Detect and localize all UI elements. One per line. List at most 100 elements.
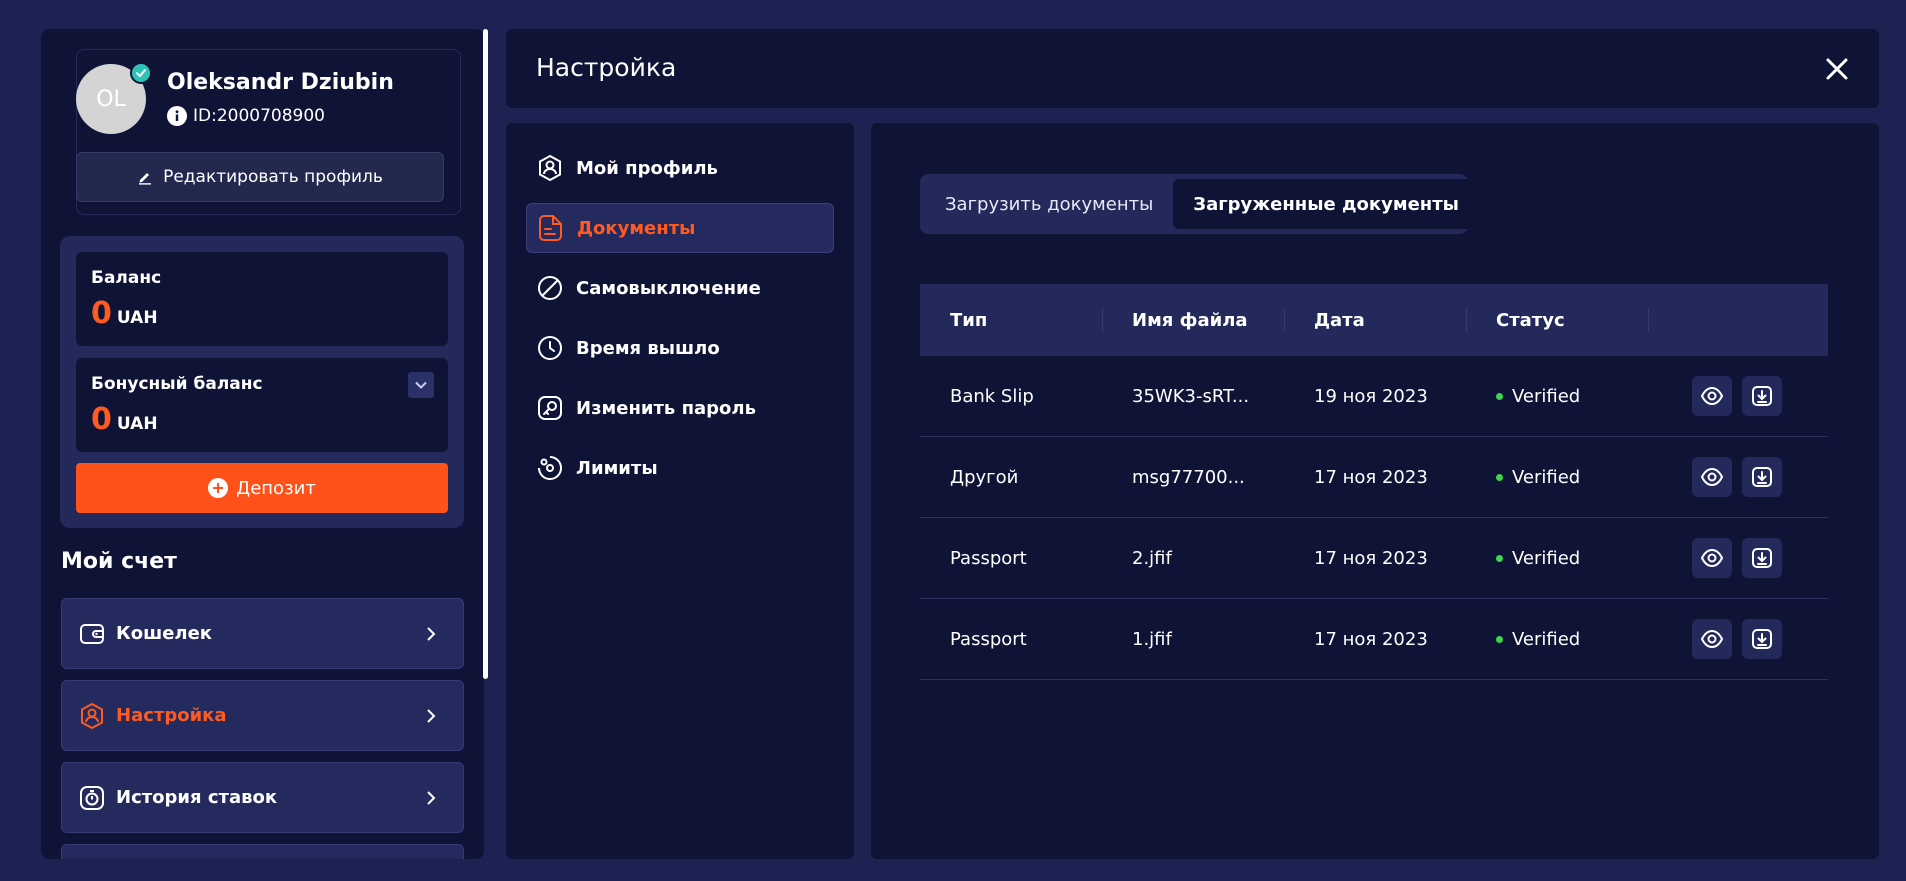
status-text: Verified (1512, 629, 1581, 650)
account-item-settings[interactable]: Настройка (61, 680, 464, 751)
documents-table: Тип Имя файла Дата Статус Bank Slip 35WK… (920, 284, 1828, 680)
table-row: Другой msg77700... 17 ноя 2023 Verified (920, 437, 1828, 518)
edit-profile-label: Редактировать профиль (163, 167, 383, 187)
menu-item-limits[interactable]: Лимиты (526, 443, 834, 493)
bonus-balance-value: 0 UAH (91, 402, 158, 437)
user-id: ID:2000708900 (193, 106, 325, 126)
tab-upload-documents[interactable]: Загрузить документы (925, 179, 1173, 229)
key-icon (536, 394, 564, 422)
account-item-label: Кошелек (116, 623, 213, 644)
main-balance-card: Баланс 0 UAH (76, 252, 448, 346)
cell-status: Verified (1496, 467, 1580, 488)
deposit-button[interactable]: Депозит (76, 463, 448, 513)
menu-item-time-out[interactable]: Время вышло (526, 323, 834, 373)
documents-panel: Загрузить документы Загруженные документ… (871, 123, 1879, 859)
cell-filename: msg77700... (1132, 467, 1245, 488)
eye-icon (1700, 467, 1724, 487)
account-item-partial[interactable] (61, 844, 464, 859)
cell-filename: 35WK3-sRT... (1132, 386, 1250, 407)
cell-filename: 2.jfif (1132, 548, 1172, 569)
download-button[interactable] (1742, 538, 1782, 578)
cell-status: Verified (1496, 548, 1580, 569)
documents-tabs: Загрузить документы Загруженные документ… (920, 174, 1479, 234)
download-button[interactable] (1742, 619, 1782, 659)
cell-type: Passport (950, 629, 1027, 650)
user-id-row: ID:2000708900 (167, 106, 325, 126)
account-item-bet-history[interactable]: История ставок (61, 762, 464, 833)
bonus-balance-card: Бонусный баланс 0 UAH (76, 358, 448, 452)
status-text: Verified (1512, 548, 1581, 569)
history-icon (78, 784, 106, 812)
cell-date: 17 ноя 2023 (1314, 629, 1428, 650)
download-icon (1752, 548, 1772, 568)
page-title: Настройка (536, 53, 677, 82)
cell-status: Verified (1496, 386, 1580, 407)
column-divider (1648, 308, 1649, 332)
table-row: Passport 1.jfif 17 ноя 2023 Verified (920, 599, 1828, 680)
limits-icon (536, 454, 564, 482)
status-dot-icon (1496, 474, 1503, 481)
cell-filename: 1.jfif (1132, 629, 1172, 650)
profile-card: OL Oleksandr Dziubin ID:2000708900 Редак… (76, 49, 461, 215)
download-button[interactable] (1742, 457, 1782, 497)
menu-item-label: Самовыключение (576, 277, 761, 299)
chevron-right-icon (425, 626, 445, 642)
table-row: Bank Slip 35WK3-sRT... 19 ноя 2023 Verif… (920, 356, 1828, 437)
account-item-wallet[interactable]: Кошелек (61, 598, 464, 669)
balance-label: Баланс (91, 268, 162, 288)
download-button[interactable] (1742, 376, 1782, 416)
menu-item-self-exclusion[interactable]: Самовыключение (526, 263, 834, 313)
menu-item-change-password[interactable]: Изменить пароль (526, 383, 834, 433)
sidebar-scrollbar[interactable] (483, 29, 488, 679)
pencil-icon (137, 169, 153, 185)
close-button[interactable] (1823, 55, 1851, 83)
column-divider (1102, 308, 1103, 332)
balance-box: Баланс 0 UAH Бонусный баланс 0 UAH Депоз… (60, 236, 464, 528)
eye-icon (1700, 548, 1724, 568)
view-button[interactable] (1692, 376, 1732, 416)
tab-uploaded-documents[interactable]: Загруженные документы (1173, 179, 1479, 229)
menu-item-label: Время вышло (576, 337, 720, 359)
cell-status: Verified (1496, 629, 1580, 650)
balance-value: 0 UAH (91, 296, 158, 331)
menu-item-label: Документы (577, 217, 696, 239)
verified-badge-icon (130, 62, 152, 84)
my-account-title: Мой счет (61, 549, 177, 574)
clock-icon (536, 334, 564, 362)
cell-type: Другой (950, 467, 1019, 488)
cell-type: Passport (950, 548, 1027, 569)
download-icon (1752, 629, 1772, 649)
status-text: Verified (1512, 467, 1581, 488)
view-button[interactable] (1692, 619, 1732, 659)
chevron-right-icon (425, 790, 445, 806)
info-icon (167, 106, 187, 126)
bonus-expand-button[interactable] (408, 372, 434, 398)
settings-header: Настройка (506, 29, 1879, 108)
status-text: Verified (1512, 386, 1581, 407)
eye-icon (1700, 629, 1724, 649)
table-header: Тип Имя файла Дата Статус (920, 284, 1828, 356)
close-icon (1826, 58, 1848, 80)
menu-item-my-profile[interactable]: Мой профиль (526, 143, 834, 193)
view-button[interactable] (1692, 538, 1732, 578)
profile-icon (536, 154, 564, 182)
status-dot-icon (1496, 636, 1503, 643)
account-sidebar: OL Oleksandr Dziubin ID:2000708900 Редак… (41, 29, 484, 859)
menu-item-documents[interactable]: Документы (526, 203, 834, 253)
edit-profile-button[interactable]: Редактировать профиль (76, 152, 444, 202)
cell-type: Bank Slip (950, 386, 1034, 407)
chevron-down-icon (415, 381, 427, 389)
account-item-label: Настройка (116, 705, 227, 726)
menu-item-label: Изменить пароль (576, 397, 756, 419)
cell-date: 17 ноя 2023 (1314, 548, 1428, 569)
eye-icon (1700, 386, 1724, 406)
download-icon (1752, 386, 1772, 406)
balance-currency: UAH (116, 308, 158, 328)
download-icon (1752, 467, 1772, 487)
column-header-filename: Имя файла (1132, 309, 1248, 331)
deposit-label: Депозит (236, 477, 316, 499)
avatar-container: OL (76, 62, 152, 134)
document-icon (537, 214, 565, 242)
column-header-type: Тип (950, 309, 988, 331)
view-button[interactable] (1692, 457, 1732, 497)
